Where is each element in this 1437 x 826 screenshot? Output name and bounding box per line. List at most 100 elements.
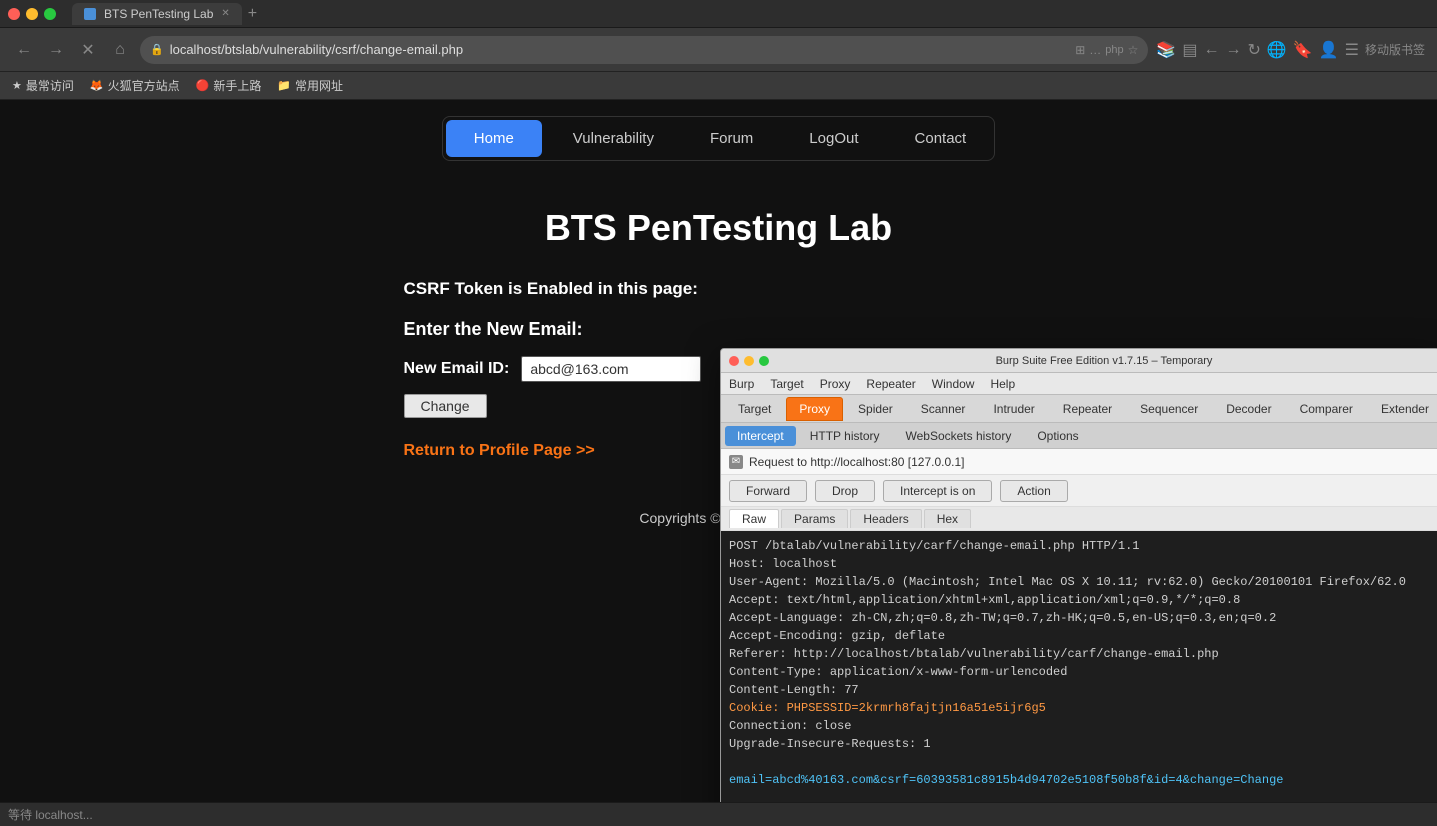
return-link[interactable]: Return to Profile Page >>: [404, 442, 595, 459]
star-icon: ★: [12, 79, 22, 92]
tab-sequencer[interactable]: Sequencer: [1127, 397, 1211, 421]
burp-window-title: Burp Suite Free Edition v1.7.15 – Tempor…: [777, 355, 1431, 367]
reader-icon[interactable]: ⊞: [1075, 43, 1085, 57]
tab-intruder[interactable]: Intruder: [980, 397, 1047, 421]
burp-http-content[interactable]: POST /btalab/vulnerability/carf/change-e…: [721, 531, 1437, 802]
forward-button[interactable]: →: [44, 38, 68, 62]
tab-target[interactable]: Target: [725, 397, 784, 421]
bookmark-common[interactable]: 📁 常用网址: [277, 77, 343, 94]
hamburger-menu-icon[interactable]: ☰: [1345, 40, 1359, 60]
menu-repeater[interactable]: Repeater: [866, 377, 915, 391]
arrow-left-icon[interactable]: ←: [1203, 41, 1219, 59]
bookmark-firefox[interactable]: 🦊 火狐官方站点: [90, 77, 180, 94]
burp-maximize-light[interactable]: [759, 356, 769, 366]
bookmark2-icon[interactable]: 🔖: [1293, 40, 1313, 60]
site-navigation: Home Vulnerability Forum LogOut Contact: [0, 100, 1437, 177]
tab-proxy[interactable]: Proxy: [786, 397, 843, 421]
globe-icon[interactable]: 🌐: [1267, 40, 1287, 60]
firefox-icon: 🦊: [90, 79, 104, 92]
sidebar-icon[interactable]: ▤: [1182, 40, 1197, 60]
burp-titlebar: Burp Suite Free Edition v1.7.15 – Tempor…: [721, 349, 1437, 373]
tab-repeater[interactable]: Repeater: [1050, 397, 1125, 421]
bookmark-star-icon[interactable]: ☆: [1128, 43, 1139, 57]
request-icon: ✉: [729, 455, 743, 469]
nav-container: Home Vulnerability Forum LogOut Contact: [442, 116, 995, 161]
tab-decoder[interactable]: Decoder: [1213, 397, 1284, 421]
php-icon: php: [1105, 44, 1123, 56]
library-icon[interactable]: 📚: [1156, 40, 1176, 60]
status-text: 等待 localhost...: [8, 806, 93, 823]
burp-proxy-tabs: Intercept HTTP history WebSockets histor…: [721, 423, 1437, 449]
titlebar: BTS PenTesting Lab ✕ +: [0, 0, 1437, 28]
editor-tab-headers[interactable]: Headers: [850, 509, 921, 528]
tab-intercept[interactable]: Intercept: [725, 426, 796, 446]
intercept-toggle-button[interactable]: Intercept is on: [883, 480, 992, 502]
bookmark-most-visited[interactable]: ★ 最常访问: [12, 77, 74, 94]
menu-help[interactable]: Help: [990, 377, 1015, 391]
tab-extender[interactable]: Extender: [1368, 397, 1437, 421]
tab-favicon: [84, 8, 96, 20]
bookmarks-bar: ★ 最常访问 🦊 火狐官方站点 🔴 新手上路 📁 常用网址: [0, 72, 1437, 100]
nav-vulnerability[interactable]: Vulnerability: [545, 120, 682, 157]
nav-contact[interactable]: Contact: [887, 120, 995, 157]
red-circle-icon: 🔴: [196, 79, 210, 92]
tab-spider[interactable]: Spider: [845, 397, 906, 421]
editor-tab-raw[interactable]: Raw: [729, 509, 779, 528]
nav-logout[interactable]: LogOut: [781, 120, 886, 157]
form-title: Enter the New Email:: [404, 319, 1034, 340]
bookmark-label: 常用网址: [295, 77, 343, 94]
tab-websockets-history[interactable]: WebSockets history: [894, 426, 1024, 446]
tab-close-button[interactable]: ✕: [221, 8, 229, 19]
burp-traffic-lights: [729, 356, 769, 366]
burp-minimize-light[interactable]: [744, 356, 754, 366]
menu-icon[interactable]: …: [1089, 43, 1101, 57]
close-button[interactable]: ✕: [76, 38, 100, 62]
http-content-type: Content-Type: application/x-www-form-url…: [729, 663, 1431, 681]
drop-button[interactable]: Drop: [815, 480, 875, 502]
tab-comparer[interactable]: Comparer: [1287, 397, 1366, 421]
new-tab-button[interactable]: +: [248, 5, 257, 23]
forward-button[interactable]: Forward: [729, 480, 807, 502]
maximize-traffic-light[interactable]: [44, 8, 56, 20]
http-host: Host: localhost: [729, 555, 1431, 573]
tab-bar: BTS PenTesting Lab ✕ +: [72, 3, 1429, 25]
editor-tab-params[interactable]: Params: [781, 509, 848, 528]
browser-content: Home Vulnerability Forum LogOut Contact …: [0, 100, 1437, 802]
browser-toolbar: ← → ✕ ⌂ 🔒 localhost/btslab/vulnerability…: [0, 28, 1437, 72]
menu-target[interactable]: Target: [770, 377, 803, 391]
http-cookie: Cookie: PHPSESSID=2krmrh8fajtjn16a51e5ij…: [729, 699, 1431, 717]
user-icon[interactable]: 👤: [1319, 40, 1339, 60]
bookmark-newbie[interactable]: 🔴 新手上路: [196, 77, 262, 94]
menu-window[interactable]: Window: [932, 377, 975, 391]
http-upgrade-insecure: Upgrade-Insecure-Requests: 1: [729, 735, 1431, 753]
back-button[interactable]: ←: [12, 38, 36, 62]
bookmark-label: 最常访问: [26, 77, 74, 94]
http-connection: Connection: close: [729, 717, 1431, 735]
sync-icon[interactable]: ↻: [1247, 40, 1260, 60]
menu-proxy[interactable]: Proxy: [820, 377, 851, 391]
minimize-traffic-light[interactable]: [26, 8, 38, 20]
nav-forum[interactable]: Forum: [682, 120, 781, 157]
action-button[interactable]: Action: [1000, 480, 1067, 502]
tab-http-history[interactable]: HTTP history: [798, 426, 892, 446]
active-tab[interactable]: BTS PenTesting Lab ✕: [72, 3, 242, 25]
editor-tab-hex[interactable]: Hex: [924, 509, 971, 528]
nav-home[interactable]: Home: [446, 120, 542, 157]
arrow-right-icon[interactable]: →: [1225, 41, 1241, 59]
bookmark-label: 火狐官方站点: [108, 77, 180, 94]
menu-burp[interactable]: Burp: [729, 377, 754, 391]
tab-scanner[interactable]: Scanner: [908, 397, 979, 421]
burp-menubar: Burp Target Proxy Repeater Window Help: [721, 373, 1437, 395]
change-button[interactable]: Change: [404, 394, 487, 418]
close-traffic-light[interactable]: [8, 8, 20, 20]
address-icons: ⊞ … php ☆: [1075, 43, 1138, 57]
csrf-notice: CSRF Token is Enabled in this page:: [404, 279, 1034, 299]
burp-close-light[interactable]: [729, 356, 739, 366]
tab-options[interactable]: Options: [1025, 426, 1090, 446]
email-input[interactable]: [521, 356, 701, 382]
address-bar[interactable]: 🔒 localhost/btslab/vulnerability/csrf/ch…: [140, 36, 1148, 64]
email-label: New Email ID:: [404, 360, 510, 378]
home-button[interactable]: ⌂: [108, 38, 132, 62]
toolbar-right: 📚 ▤ ← → ↻ 🌐 🔖 👤 ☰ 移动版书签: [1156, 40, 1425, 60]
bookmark-label: 新手上路: [213, 77, 261, 94]
